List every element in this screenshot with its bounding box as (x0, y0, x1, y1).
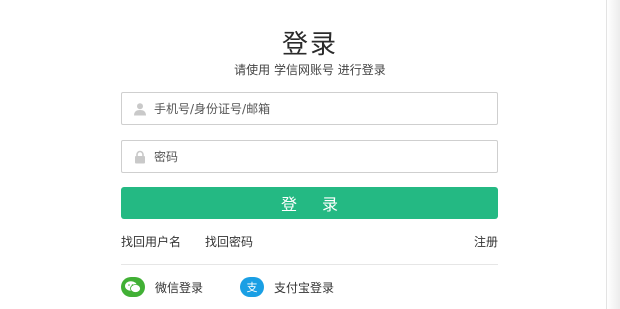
login-button[interactable]: 登 录 (121, 187, 498, 219)
alipay-icon: 支 (240, 277, 264, 297)
find-username-link[interactable]: 找回用户名 (121, 233, 181, 250)
wechat-login-button[interactable]: 微信登录 (121, 276, 203, 298)
wechat-icon (121, 277, 145, 297)
username-field[interactable] (121, 92, 498, 125)
page-title: 登录 (281, 30, 338, 60)
page-subtitle: 请使用 学信网账号 进行登录 (234, 63, 386, 77)
password-field[interactable] (121, 140, 498, 173)
username-input[interactable] (154, 101, 474, 116)
find-password-link[interactable]: 找回密码 (205, 233, 253, 250)
alipay-login-label: 支付宝登录 (274, 280, 335, 295)
password-input[interactable] (154, 149, 474, 164)
lock-icon (132, 149, 148, 165)
svg-text:支: 支 (247, 281, 258, 294)
account-links: 找回用户名 找回密码 注册 (121, 233, 498, 249)
register-link[interactable]: 注册 (474, 233, 498, 250)
user-icon (132, 101, 148, 117)
wechat-login-label: 微信登录 (155, 280, 204, 295)
divider (121, 264, 498, 265)
alipay-login-button[interactable]: 支 支付宝登录 (240, 276, 334, 298)
